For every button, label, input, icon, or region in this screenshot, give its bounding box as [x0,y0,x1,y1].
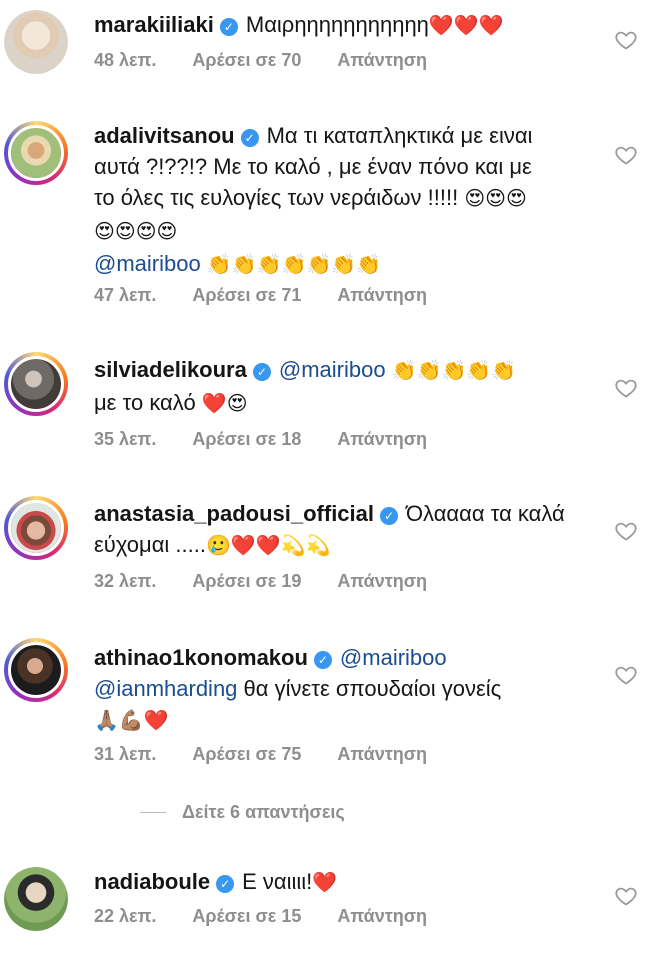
comment-message: Μαιρηηηηηηηηηηη [245,12,429,37]
avatar-photo [11,128,61,178]
comment-text: anastasia_padousi_official ✓ Όλαααα τα καλ… [94,498,594,562]
username[interactable]: nadiaboule [94,869,210,894]
heart-outline-icon[interactable] [614,663,638,687]
comment-emoji: 🙏🏽💪🏽❤️ [94,710,169,732]
username[interactable]: marakiiliaki [94,12,214,37]
timestamp: 32 λεπ. [94,571,157,591]
mention-link[interactable]: @mairiboo [340,645,447,670]
comment-message: θα γίνετε σπουδαίοι γονείς [243,676,502,701]
verified-badge-icon: ✓ [313,651,332,669]
avatar[interactable] [4,10,68,74]
timestamp: 47 λεπ. [94,285,157,305]
comment-text: silviadelikoura ✓ @mairiboo 👏👏👏👏👏 με το κα… [94,354,594,420]
timestamp: 22 λεπ. [94,906,157,926]
replies-divider [140,812,166,813]
comment-emoji: 🥲❤️❤️💫💫 [206,535,331,557]
timestamp: 31 λεπ. [94,744,157,764]
avatar[interactable] [4,496,68,560]
comment-meta: 31 λεπ. Αρέσει σε 75 Απάντηση [94,744,463,765]
comment-text: athinao1konomakou ✓ @mairiboo @ianmharding… [94,642,594,737]
reply-button[interactable]: Απάντηση [337,50,427,71]
comment-message: Ε ναιιιι! [242,869,313,894]
comment-meta: 47 λεπ. Αρέσει σε 71 Απάντηση [94,285,463,306]
comment-emoji: 👏👏👏👏👏 [391,360,517,382]
username[interactable]: adalivitsanou [94,123,235,148]
comment-meta: 35 λεπ. Αρέσει σε 18 Απάντηση [94,429,463,450]
avatar[interactable] [4,121,68,185]
timestamp: 35 λεπ. [94,429,157,449]
avatar-photo [4,10,68,74]
heart-outline-icon[interactable] [614,884,638,908]
likes-count[interactable]: Αρέσει σε 15 [192,906,301,927]
verified-badge-icon: ✓ [240,129,259,147]
view-replies-label: Δείτε 6 απαντήσεις [182,802,345,822]
comment-message: με το καλό [94,390,196,415]
reply-button[interactable]: Απάντηση [337,429,427,450]
likes-count[interactable]: Αρέσει σε 71 [192,285,301,306]
heart-outline-icon[interactable] [614,519,638,543]
comment-meta: 32 λεπ. Αρέσει σε 19 Απάντηση [94,571,463,592]
mention-link[interactable]: @mairiboo [279,357,386,382]
likes-count[interactable]: Αρέσει σε 70 [192,50,301,71]
reply-button[interactable]: Απάντηση [337,571,427,592]
heart-outline-icon[interactable] [614,143,638,167]
verified-badge-icon: ✓ [380,507,398,525]
avatar[interactable] [4,638,68,702]
verified-badge-icon: ✓ [252,363,271,381]
view-replies-button[interactable]: Δείτε 6 απαντήσεις [94,802,345,823]
mention-link[interactable]: @mairiboo [94,251,201,276]
mention-link[interactable]: @ianmharding [94,676,237,701]
comment-text: nadiaboule ✓ Ε ναιιιι!❤️ [94,866,594,899]
heart-outline-icon[interactable] [614,28,638,52]
comment-emoji: 👏👏👏👏👏👏👏 [206,254,382,276]
comment-emoji: ❤️ [312,872,338,894]
heart-outline-icon[interactable] [614,376,638,400]
username[interactable]: anastasia_padousi_official [94,501,374,526]
avatar[interactable] [4,867,68,931]
username[interactable]: silviadelikoura [94,357,247,382]
likes-count[interactable]: Αρέσει σε 19 [192,571,301,592]
verified-badge-icon: ✓ [219,18,238,36]
comment-meta: 22 λεπ. Αρέσει σε 15 Απάντηση [94,906,463,927]
likes-count[interactable]: Αρέσει σε 18 [192,429,301,450]
comment-emoji: ❤️❤️❤️ [428,15,504,37]
likes-count[interactable]: Αρέσει σε 75 [192,744,301,765]
verified-badge-icon: ✓ [216,875,235,893]
comment-meta: 48 λεπ. Αρέσει σε 70 Απάντηση [94,50,463,71]
comment-text: marakiiliaki ✓ Μαιρηηηηηηηηηηη❤️❤️❤️ [94,9,594,42]
comment-text: adalivitsanou ✓ Μα τι καταπληκτικά με εινα… [94,120,534,281]
avatar-photo [11,645,61,695]
username[interactable]: athinao1konomakou [94,645,308,670]
reply-button[interactable]: Απάντηση [337,285,427,306]
reply-button[interactable]: Απάντηση [337,744,427,765]
avatar[interactable] [4,352,68,416]
avatar-photo [11,359,61,409]
comment-emoji: ❤️😍 [201,393,248,415]
avatar-photo [4,867,68,931]
reply-button[interactable]: Απάντηση [337,906,427,927]
timestamp: 48 λεπ. [94,50,157,70]
avatar-photo [11,503,61,553]
